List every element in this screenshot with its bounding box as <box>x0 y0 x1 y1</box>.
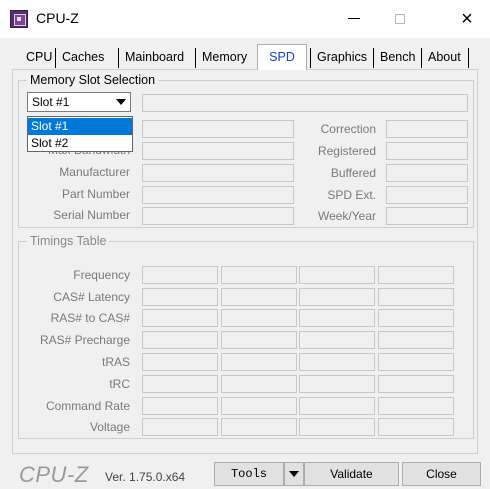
ras-to-cas-value-col3 <box>299 309 375 327</box>
memory-type-field <box>142 120 294 138</box>
slot-select-value: Slot #1 <box>32 95 70 109</box>
correction-label: Correction <box>320 122 376 136</box>
cas-latency-label: CAS# Latency <box>53 290 130 304</box>
close-icon: × <box>461 8 473 30</box>
ras-to-cas-value-col1 <box>142 309 218 327</box>
tab-about[interactable]: About <box>428 48 461 68</box>
slot-dropdown-list: Slot #1 Slot #2 <box>27 116 133 152</box>
part-number-field <box>142 186 294 204</box>
tab-graphics[interactable]: Graphics <box>317 48 367 68</box>
slot-select[interactable]: Slot #1 <box>27 92 131 112</box>
tab-caches[interactable]: Caches <box>62 48 104 68</box>
version-text: Ver. 1.75.0.x64 <box>105 470 186 484</box>
buffered-label: Buffered <box>330 166 376 180</box>
minimize-icon <box>348 18 360 20</box>
cas-latency-value-col2 <box>221 288 297 306</box>
cpuz-window: CPU-Z × CPU Caches Mainboard Memory SPD … <box>0 0 490 489</box>
bottom-bar: CPU-Z Ver. 1.75.0.x64 Tools Validate Clo… <box>0 456 490 489</box>
close-button[interactable]: Close <box>402 462 481 486</box>
cas-latency-value-col4 <box>378 288 454 306</box>
tras-label: tRAS <box>101 355 130 369</box>
trc-value-col2 <box>221 375 297 393</box>
command-rate-value-col1 <box>142 397 218 415</box>
frequency-value-col3 <box>299 266 375 284</box>
ras-precharge-value-col4 <box>378 331 454 349</box>
trc-value-col1 <box>142 375 218 393</box>
ras-to-cas-value-col4 <box>378 309 454 327</box>
command-rate-value-col4 <box>378 397 454 415</box>
tras-value-col4 <box>378 353 454 371</box>
cpuz-app-icon <box>10 10 28 28</box>
voltage-label: Voltage <box>89 420 130 434</box>
week-year-field <box>386 207 468 225</box>
voltage-value-col3 <box>299 418 375 436</box>
frequency-value-col4 <box>378 266 454 284</box>
cas-latency-value-col1 <box>142 288 218 306</box>
ras-to-cas-value-col2 <box>221 309 297 327</box>
week-year-label: Week/Year <box>317 209 376 223</box>
ras-precharge-value-col3 <box>299 331 375 349</box>
tab-mainboard[interactable]: Mainboard <box>125 48 184 68</box>
tab-spd[interactable]: SPD <box>257 44 307 70</box>
maximize-icon <box>395 13 405 24</box>
command-rate-value-col2 <box>221 397 297 415</box>
trc-value-col3 <box>299 375 375 393</box>
tras-value-col3 <box>299 353 375 371</box>
ras-to-cas-label: RAS# to CAS# <box>50 311 130 325</box>
manufacturer-field <box>142 164 294 182</box>
registered-field <box>386 142 468 160</box>
maximize-button[interactable] <box>377 0 423 38</box>
buffered-field <box>386 164 468 182</box>
frequency-value-col1 <box>142 266 218 284</box>
tools-button[interactable]: Tools <box>214 462 284 486</box>
cpuz-brand-logo: CPU-Z <box>19 462 89 487</box>
minimize-button[interactable] <box>331 0 377 38</box>
tab-separator <box>310 48 311 68</box>
voltage-value-col2 <box>221 418 297 436</box>
slot-option-1[interactable]: Slot #1 <box>28 118 132 135</box>
title-bar: CPU-Z × <box>0 0 490 38</box>
tab-bench[interactable]: Bench <box>380 48 415 68</box>
ras-precharge-value-col2 <box>221 331 297 349</box>
tab-separator <box>118 48 119 68</box>
cas-latency-value-col3 <box>299 288 375 306</box>
tab-separator <box>55 48 56 68</box>
trc-value-col4 <box>378 375 454 393</box>
memory-slot-group-title: Memory Slot Selection <box>27 73 159 87</box>
command-rate-value-col3 <box>299 397 375 415</box>
window-title: CPU-Z <box>36 10 79 26</box>
part-number-label: Part Number <box>61 187 130 201</box>
frequency-value-col2 <box>221 266 297 284</box>
ras-precharge-value-col1 <box>142 331 218 349</box>
tab-separator <box>195 48 196 68</box>
manufacturer-label: Manufacturer <box>59 165 130 179</box>
tras-value-col1 <box>142 353 218 371</box>
tab-memory[interactable]: Memory <box>202 48 247 68</box>
validate-button[interactable]: Validate <box>304 462 399 486</box>
correction-field <box>386 120 468 138</box>
voltage-value-col4 <box>378 418 454 436</box>
close-window-button[interactable]: × <box>444 0 490 38</box>
tab-separator <box>373 48 374 68</box>
max-bandwidth-field <box>142 142 294 160</box>
spd-ext-label: SPD Ext. <box>327 188 376 202</box>
timings-table-title: Timings Table <box>27 234 110 248</box>
registered-label: Registered <box>317 144 376 158</box>
frequency-label: Frequency <box>73 268 130 282</box>
tab-separator <box>421 48 422 68</box>
ras-precharge-label: RAS# Precharge <box>39 333 130 347</box>
serial-number-label: Serial Number <box>53 208 130 222</box>
serial-number-field <box>142 207 294 225</box>
slot-option-2[interactable]: Slot #2 <box>28 135 132 152</box>
module-size-field <box>142 94 468 112</box>
spd-ext-field <box>386 186 468 204</box>
tab-separator <box>468 48 469 68</box>
tools-dropdown-button[interactable] <box>284 462 304 486</box>
command-rate-label: Command Rate <box>45 399 130 413</box>
tab-cpu[interactable]: CPU <box>26 48 52 68</box>
tras-value-col2 <box>221 353 297 371</box>
voltage-value-col1 <box>142 418 218 436</box>
chevron-down-icon[interactable] <box>112 95 128 109</box>
trc-label: tRC <box>109 377 130 391</box>
